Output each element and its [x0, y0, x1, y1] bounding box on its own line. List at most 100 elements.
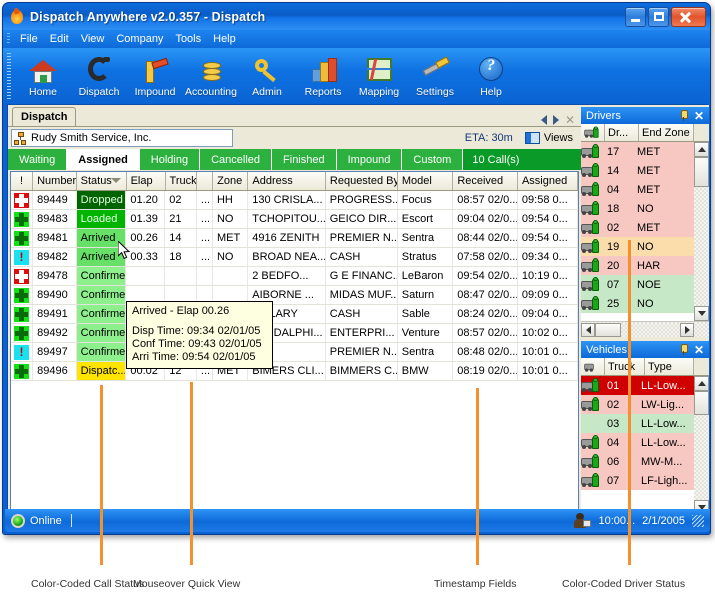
pin-icon[interactable]: [678, 344, 689, 355]
minimize-button[interactable]: [625, 6, 646, 27]
col-spacer[interactable]: [197, 172, 214, 190]
tab-next-icon[interactable]: [552, 115, 559, 125]
drivers-scroll-down-icon[interactable]: [694, 306, 709, 321]
drivers-scroll-right-icon[interactable]: [680, 322, 694, 337]
driver-row[interactable]: 19 NO: [581, 237, 709, 256]
table-row[interactable]: !89497Confirmed00.0617...METPREMIER N...…: [11, 343, 578, 362]
driver-row[interactable]: 18 NO: [581, 199, 709, 218]
tab-cancelled[interactable]: Cancelled: [200, 149, 273, 170]
tab-assigned[interactable]: Assigned: [67, 149, 140, 170]
drivers-col-endzone[interactable]: End Zone: [639, 124, 694, 141]
tab-impound[interactable]: Impound: [336, 149, 403, 170]
resize-grip-icon[interactable]: [692, 514, 704, 527]
table-row[interactable]: 89496 Dispatc... 00.02 12... MET BIMERS CLI..…: [11, 362, 578, 381]
driver-row[interactable]: 14 MET: [581, 161, 709, 180]
vehicles-vscrollbar[interactable]: [694, 376, 709, 515]
driver-row[interactable]: 04 MET: [581, 180, 709, 199]
drivers-col-driver[interactable]: Dr...: [605, 124, 639, 141]
table-row[interactable]: 89491ConfirmedHILLARYCASHSable08:24 02/0…: [11, 305, 578, 324]
menu-edit[interactable]: Edit: [44, 32, 75, 46]
vehicle-row[interactable]: 04 LL-Low...: [581, 433, 709, 452]
table-row[interactable]: 89490ConfirmedAIBORNE ...MIDAS MUF...Sat…: [11, 286, 578, 305]
table-row[interactable]: 89449 Dropped 01.20 02... HH 130 CRISLA... PRO…: [11, 191, 578, 210]
driver-row[interactable]: 07 NOE: [581, 275, 709, 294]
cell-received: 08:57 02/0...: [453, 324, 518, 342]
col-status[interactable]: Status: [76, 172, 127, 190]
driver-end-zone: MET: [637, 164, 661, 177]
tab-dispatch[interactable]: Dispatch: [12, 107, 77, 126]
vehicle-type: LL-Low...: [641, 436, 686, 449]
drivers-vscrollbar[interactable]: [694, 142, 709, 321]
drivers-scroll-up-icon[interactable]: [694, 142, 709, 157]
vehicles-col-truck[interactable]: Truck: [605, 358, 645, 375]
table-row[interactable]: 89492Confirmed00.5110...NO617 DALPHI...E…: [11, 324, 578, 343]
toolbar-grip[interactable]: [7, 53, 11, 99]
col-assigned[interactable]: Assigned: [517, 172, 578, 190]
driver-row[interactable]: 25 NO: [581, 294, 709, 313]
toolbar-settings-button[interactable]: Settings: [407, 51, 463, 98]
vehicles-vscroll-thumb[interactable]: [694, 391, 709, 415]
table-row[interactable]: ! 89482 Arrived 00.33 18... NO BROAD NEA... CAS…: [11, 248, 578, 267]
drivers-col-icon[interactable]: [581, 124, 605, 141]
table-row[interactable]: 89478Confirmed 2 BEDFO...G E FINANC...LeB…: [11, 267, 578, 286]
toolbar-impound-button[interactable]: Impound: [127, 51, 183, 98]
drivers-hscrollbar[interactable]: [581, 321, 709, 337]
toolbar-accounting-button[interactable]: Accounting: [183, 51, 239, 98]
tab-finished[interactable]: Finished: [272, 149, 337, 170]
vehicle-row[interactable]: 07 LF-Ligh...: [581, 471, 709, 490]
toolbar-dispatch-button[interactable]: Dispatch: [71, 51, 127, 98]
col-address[interactable]: Address: [248, 172, 326, 190]
menu-tools[interactable]: Tools: [169, 32, 207, 46]
driver-row[interactable]: 02 MET: [581, 218, 709, 237]
table-row[interactable]: 89481 Arrived 00.26 14... MET 4916 ZENITH PREM…: [11, 229, 578, 248]
menu-help[interactable]: Help: [207, 32, 242, 46]
table-row[interactable]: 89483 Loaded 01.39 21... NO TCHOPITOU... GEICO…: [11, 210, 578, 229]
drivers-vscroll-thumb[interactable]: [694, 157, 709, 187]
maximize-button[interactable]: [648, 6, 669, 27]
close-icon[interactable]: ✕: [694, 110, 704, 122]
toolbar-home-button[interactable]: Home: [15, 51, 71, 98]
menu-grip[interactable]: [7, 33, 10, 45]
views-button[interactable]: Views: [524, 132, 573, 144]
toolbar-help-button[interactable]: ? Help: [463, 51, 519, 98]
vehicles-col-icon[interactable]: [581, 358, 605, 375]
tab-holding[interactable]: Holding: [139, 149, 201, 170]
cell-flag: !: [11, 343, 34, 361]
menu-view[interactable]: View: [75, 32, 111, 46]
col-truck[interactable]: Truck: [165, 172, 198, 190]
call-flag-icon: !: [14, 249, 30, 265]
drivers-scroll-left-icon[interactable]: [581, 322, 595, 337]
col-flag[interactable]: !: [11, 172, 34, 190]
status-badge: Confirmed: [76, 286, 125, 304]
pin-icon[interactable]: [678, 110, 689, 121]
driver-row[interactable]: 17 MET: [581, 142, 709, 161]
col-model[interactable]: Model: [397, 172, 454, 190]
driver-row[interactable]: 20 HAR: [581, 256, 709, 275]
vehicle-row[interactable]: 03 LL-Low...: [581, 414, 709, 433]
close-icon[interactable]: ✕: [694, 344, 704, 356]
tab-custom[interactable]: Custom: [402, 149, 464, 170]
drivers-hscroll-thumb[interactable]: [595, 322, 621, 337]
cell-number: 89482: [33, 248, 77, 266]
menu-company[interactable]: Company: [110, 32, 169, 46]
col-elap[interactable]: Elap: [126, 172, 166, 190]
close-button[interactable]: [671, 6, 706, 27]
vehicle-row[interactable]: 02 LW-Lig...: [581, 395, 709, 414]
tab-waiting[interactable]: Waiting: [8, 149, 68, 170]
vehicle-row[interactable]: 01 LL-Low...: [581, 376, 709, 395]
toolbar-reports-button[interactable]: Reports: [295, 51, 351, 98]
vehicles-scroll-up-icon[interactable]: [694, 376, 709, 391]
toolbar-admin-button[interactable]: Admin: [239, 51, 295, 98]
menu-file[interactable]: File: [14, 32, 44, 46]
toolbar-mapping-button[interactable]: Mapping: [351, 51, 407, 98]
tab-prev-icon[interactable]: [540, 115, 547, 125]
company-selector[interactable]: Rudy Smith Service, Inc.: [11, 129, 233, 147]
tab-close-icon[interactable]: ✕: [565, 114, 575, 126]
col-requested-by[interactable]: Requested By: [325, 172, 398, 190]
col-received[interactable]: Received: [453, 172, 518, 190]
calls-grid[interactable]: ! Number Status Elap Truck Zone Address …: [10, 171, 579, 511]
vehicles-col-type[interactable]: Type: [645, 358, 694, 375]
col-zone[interactable]: Zone: [213, 172, 249, 190]
col-number[interactable]: Number: [33, 172, 77, 190]
vehicle-row[interactable]: 06 MW-M...: [581, 452, 709, 471]
